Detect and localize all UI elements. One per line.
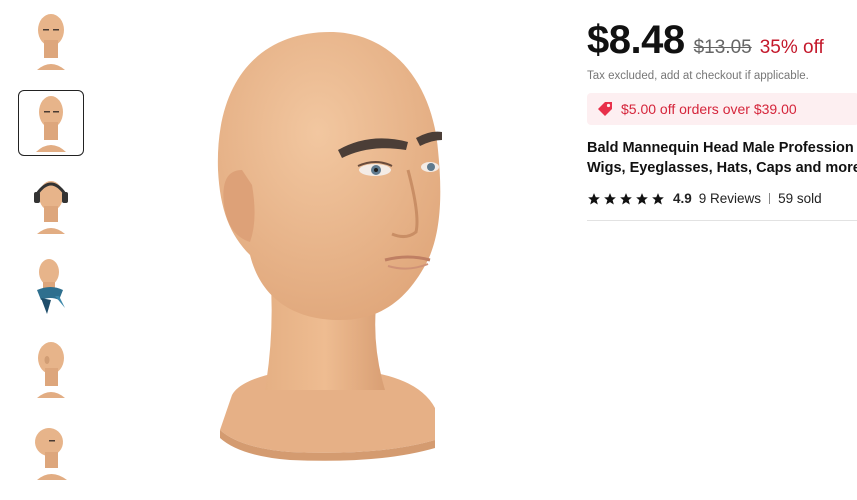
rating-score: 4.9: [673, 191, 692, 206]
price-tag-icon: [597, 101, 613, 117]
divider: [769, 193, 771, 204]
star-icon: [604, 192, 616, 205]
product-title[interactable]: Bald Mannequin Head Male Profession Wigs…: [587, 138, 857, 178]
star-rating: [587, 192, 665, 206]
thumbnail-1[interactable]: [18, 8, 84, 74]
mannequin-head-main-icon: [217, 32, 442, 461]
discount-badge: 35% off: [759, 37, 824, 58]
main-product-image[interactable]: [180, 20, 480, 480]
rating-row: 4.9 9 Reviews 59 sold: [587, 191, 857, 206]
reviews-link[interactable]: 9 Reviews: [699, 191, 761, 206]
star-icon: [652, 192, 664, 205]
current-price: $8.48: [587, 18, 685, 62]
product-title-line-2: Wigs, Eyeglasses, Hats, Caps and more: [587, 160, 857, 176]
coupon-text: $5.00 off orders over $39.00: [621, 101, 797, 117]
coupon-banner[interactable]: $5.00 off orders over $39.00: [587, 93, 857, 125]
thumbnail-4[interactable]: [18, 254, 84, 320]
star-icon: [588, 192, 600, 205]
sold-count: 59 sold: [778, 191, 822, 206]
tax-note: Tax excluded, add at checkout if applica…: [587, 70, 809, 82]
section-divider: [587, 220, 857, 221]
thumbnail-2[interactable]: [18, 90, 84, 156]
star-icon: [636, 192, 648, 205]
thumbnail-3[interactable]: [18, 172, 84, 238]
mannequin-head-tilted-icon: [35, 428, 67, 480]
thumbnail-6[interactable]: [18, 418, 84, 484]
mannequin-head-with-scarf-icon: [37, 259, 65, 314]
mannequin-head-with-headphones-icon: [34, 181, 68, 234]
mannequin-head-front-icon: [37, 14, 65, 70]
original-price: $13.05: [693, 37, 752, 58]
product-title-line-1: Bald Mannequin Head Male Profession: [587, 140, 854, 156]
mannequin-head-three-quarter-icon: [36, 96, 66, 152]
price-row: $8.48 $13.05 35% off: [587, 18, 857, 70]
thumbnail-5[interactable]: [18, 336, 84, 402]
product-info: $8.48 $13.05 35% off Tax excluded, add a…: [587, 18, 857, 221]
mannequin-head-side-icon: [37, 342, 65, 398]
star-icon: [620, 192, 632, 205]
